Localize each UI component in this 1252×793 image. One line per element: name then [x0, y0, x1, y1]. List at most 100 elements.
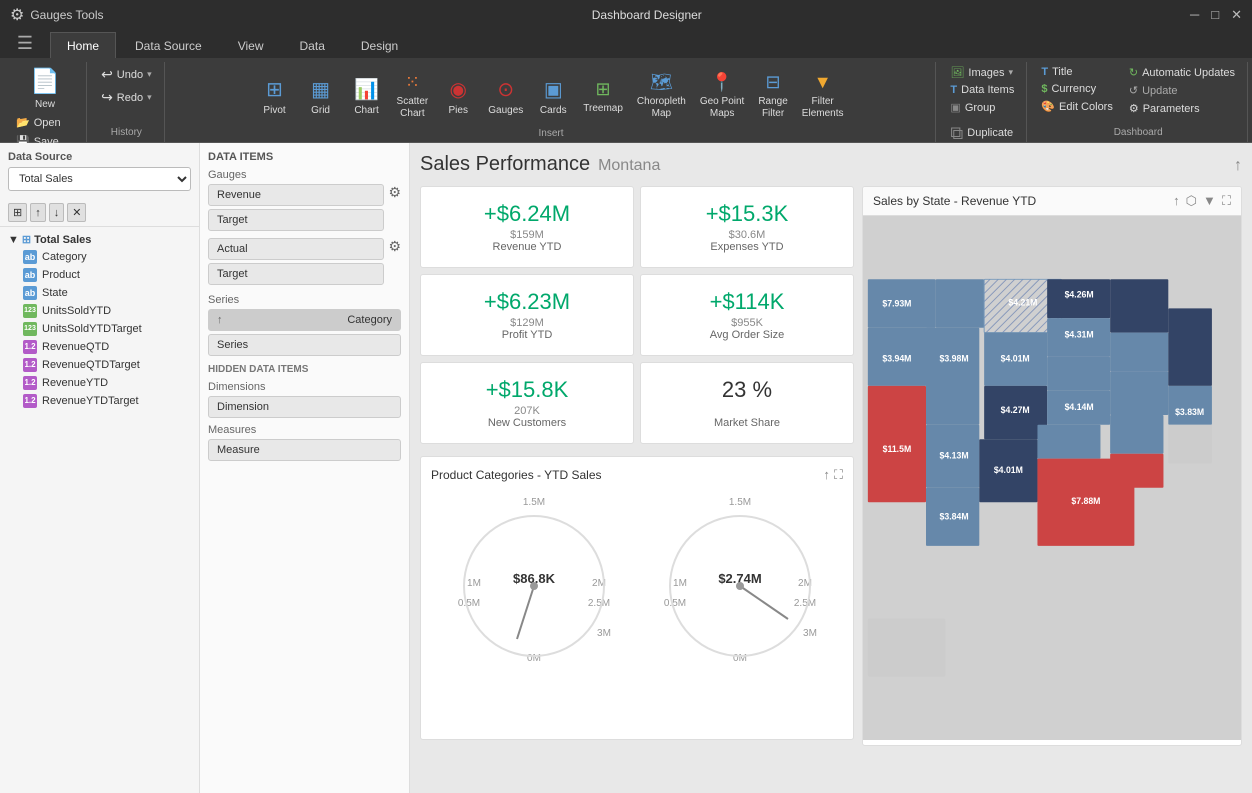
tree-item-revenueqtdtarget[interactable]: 1.2 RevenueQTDTarget — [8, 356, 191, 374]
sidebar-label: Data Source — [8, 151, 191, 163]
item-label: Dimension — [217, 401, 269, 413]
chart-button[interactable]: 📊 Chart — [345, 64, 389, 128]
tree-item-revenueytdtarget[interactable]: 1.2 RevenueYTDTarget — [8, 392, 191, 410]
dashboard-export-icon[interactable]: ↑ — [1234, 157, 1242, 175]
title-button[interactable]: T Title — [1035, 64, 1119, 80]
dashboard-subtitle: Montana — [598, 157, 660, 175]
gauges-button[interactable]: ⊙ Gauges — [482, 64, 529, 128]
state-east1[interactable] — [1168, 386, 1212, 425]
grid-button[interactable]: ▦ Grid — [299, 64, 343, 128]
scatter-button[interactable]: ⁙ ScatterChart — [391, 64, 435, 128]
textbox-button[interactable]: T Data Items — [944, 82, 1020, 98]
state-ne[interactable] — [1047, 357, 1110, 391]
toolbar-btn-1[interactable]: ⊞ — [8, 203, 27, 222]
redo-dropdown[interactable]: ▾ — [147, 92, 152, 103]
state-east2[interactable] — [1168, 425, 1212, 464]
parameters-icon: ⚙ — [1129, 102, 1139, 115]
pies-label: Pies — [449, 105, 468, 116]
undo-dropdown[interactable]: ▾ — [147, 69, 152, 80]
gauge-revenue-item[interactable]: Revenue — [208, 184, 384, 206]
maximize-btn[interactable]: □ — [1211, 7, 1219, 23]
close-btn[interactable]: ✕ — [1231, 7, 1242, 23]
toolbar-btn-3[interactable]: ↓ — [49, 203, 65, 222]
toolbar-btn-2[interactable]: ↑ — [30, 203, 46, 222]
tree-item-category[interactable]: ab Category — [8, 248, 191, 266]
series-series-item[interactable]: Series — [208, 334, 401, 356]
group-button[interactable]: ▣ Group — [944, 99, 1001, 116]
tree-root[interactable]: ▼ ⊞ Total Sales — [8, 231, 191, 248]
editcolors-button[interactable]: 🎨 Edit Colors — [1035, 98, 1119, 115]
tree-item-unitsytd[interactable]: 123 UnitsSoldYTD — [8, 302, 191, 320]
toolbar-btn-4[interactable]: ✕ — [67, 203, 86, 222]
gauge-settings-1-icon[interactable]: ⚙ — [388, 184, 401, 201]
autoupdate-button[interactable]: ↻ Automatic Updates — [1123, 64, 1241, 81]
state-ak[interactable] — [868, 619, 946, 677]
gauge-export-icon[interactable]: ↑ — [823, 467, 830, 483]
tree-item-revenueqtd[interactable]: 1.2 RevenueQTD — [8, 338, 191, 356]
dimension-item[interactable]: Dimension — [208, 396, 401, 418]
label-ks: $4.14M — [1065, 402, 1094, 412]
images-button[interactable]: 🖼 Images ▾ — [944, 64, 1019, 81]
gauge-target1-item[interactable]: Target — [208, 209, 384, 231]
state-id[interactable] — [936, 279, 984, 327]
tab-datasource[interactable]: Data Source — [118, 32, 219, 58]
state-ok[interactable] — [1037, 425, 1100, 459]
state-mn[interactable] — [1110, 279, 1168, 332]
kpi-value: +$114K — [657, 289, 837, 315]
rangefilter-button[interactable]: ⊟ RangeFilter — [752, 64, 793, 128]
datasource-select[interactable]: Total Sales — [8, 167, 191, 191]
state-ar[interactable] — [1110, 415, 1163, 454]
state-nv[interactable] — [926, 328, 979, 425]
map-layers-icon[interactable]: ⬡ — [1186, 193, 1197, 209]
gauge-fullscreen-icon[interactable]: ⛶ — [834, 467, 843, 483]
pivot-button[interactable]: ⊞ Pivot — [253, 64, 297, 128]
new-button[interactable]: 📄 New — [10, 64, 80, 112]
update-button[interactable]: ↺ Update — [1123, 82, 1241, 99]
label-co: $4.27M — [1001, 405, 1030, 415]
open-button[interactable]: 📂 Open — [10, 114, 80, 131]
geopoint-button[interactable]: 📍 Geo PointMaps — [694, 64, 750, 128]
window-controls: ─ □ ✕ — [1190, 7, 1242, 23]
tree-item-revenueytd[interactable]: 1.2 RevenueYTD — [8, 374, 191, 392]
redo-label: Redo — [117, 92, 143, 104]
state-il[interactable] — [1168, 308, 1212, 386]
duplicate-icon: ⧉ — [950, 123, 963, 144]
tab-data[interactable]: Data — [283, 32, 342, 58]
tree-item-state[interactable]: ab State — [8, 284, 191, 302]
choropleth-button[interactable]: 🗺 ChoroplethMap — [631, 64, 692, 128]
tree-item-unitsytdtarget[interactable]: 123 UnitsSoldYTDTarget — [8, 320, 191, 338]
editcolors-icon: 🎨 — [1041, 100, 1055, 113]
gauge-target2-item[interactable]: Target — [208, 263, 384, 285]
undo-button[interactable]: ↩ Undo ▾ — [95, 64, 158, 85]
ribbon-menu-btn[interactable]: ☰ — [17, 33, 33, 54]
gauge-actual-item[interactable]: Actual — [208, 238, 384, 260]
item-label: RevenueQTDTarget — [42, 359, 140, 371]
window-title: Dashboard Designer — [592, 8, 702, 22]
gauge-settings-2-icon[interactable]: ⚙ — [388, 238, 401, 255]
measure-item[interactable]: Measure — [208, 439, 401, 461]
state-la[interactable] — [1110, 454, 1163, 488]
cards-button[interactable]: ▣ Cards — [531, 64, 575, 128]
currency-button[interactable]: $ Currency — [1035, 81, 1119, 97]
treemap-button[interactable]: ⊞ Treemap — [577, 64, 629, 128]
map-filter-icon[interactable]: ▼ — [1203, 193, 1216, 209]
tree-item-product[interactable]: ab Product — [8, 266, 191, 284]
tab-home[interactable]: Home — [50, 32, 116, 58]
kpi-new-customers: +$15.8K 207K New Customers — [420, 362, 634, 444]
state-ia[interactable] — [1110, 333, 1168, 372]
map-export-icon[interactable]: ↑ — [1173, 193, 1180, 209]
redo-button[interactable]: ↪ Redo ▾ — [95, 87, 158, 108]
item-label: Target — [217, 214, 248, 226]
gauge-panel-icons[interactable]: ↑ ⛶ — [823, 467, 843, 483]
filterelements-button[interactable]: ▼ FilterElements — [796, 64, 850, 128]
tab-view[interactable]: View — [221, 32, 281, 58]
state-mo[interactable] — [1110, 371, 1168, 415]
series-category-item[interactable]: ↑ Category — [208, 309, 401, 331]
map-fullscreen-icon[interactable]: ⛶ — [1222, 193, 1231, 209]
images-dropdown[interactable]: ▾ — [1008, 67, 1013, 78]
tab-design[interactable]: Design — [344, 32, 415, 58]
parameters-button[interactable]: ⚙ Parameters — [1123, 100, 1241, 117]
minimize-btn[interactable]: ─ — [1190, 7, 1199, 23]
kpi-sub — [657, 405, 837, 417]
pies-button[interactable]: ◉ Pies — [436, 64, 480, 128]
